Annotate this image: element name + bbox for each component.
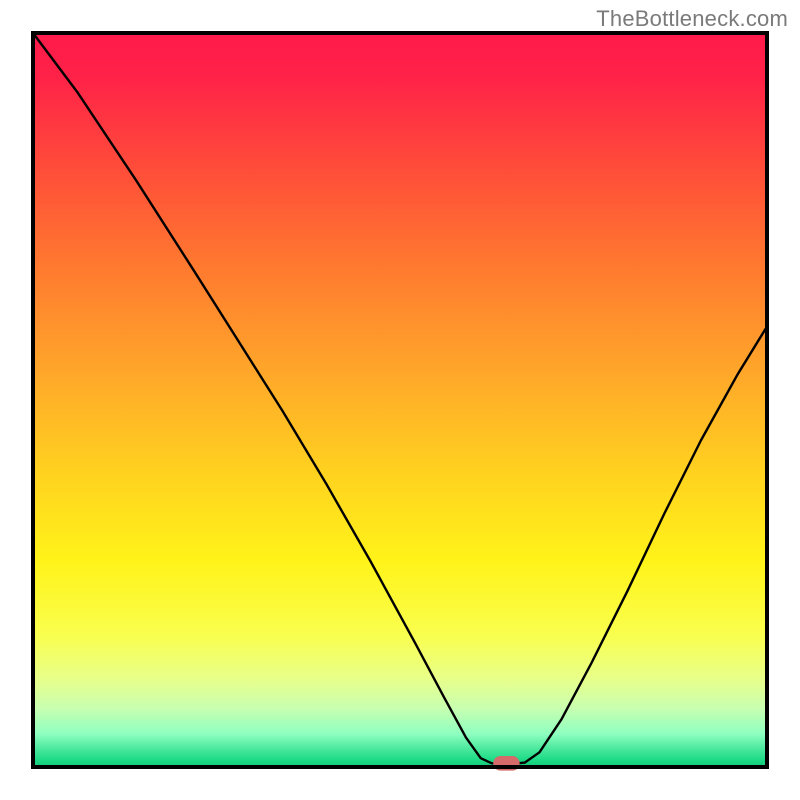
watermark-text: TheBottleneck.com <box>596 6 788 32</box>
chart-container: TheBottleneck.com <box>0 0 800 800</box>
plot-background <box>33 33 767 767</box>
bottleneck-chart <box>0 0 800 800</box>
